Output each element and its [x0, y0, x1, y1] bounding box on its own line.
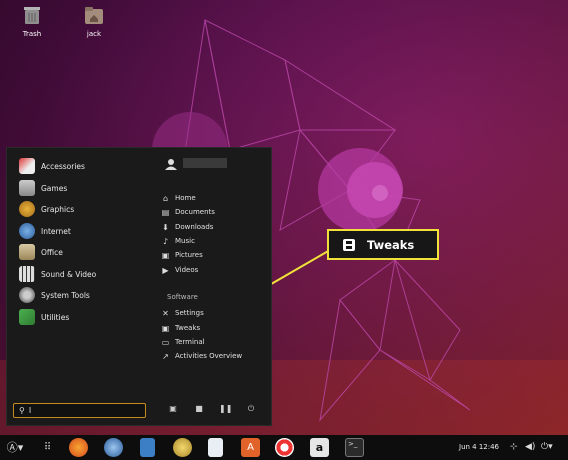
place-label: Downloads: [175, 223, 214, 231]
terminal-icon: ▭: [161, 337, 170, 347]
videos-icon: ▶: [162, 265, 169, 275]
tweaks-icon: ▣: [161, 323, 170, 333]
category-label: Internet: [41, 226, 71, 236]
place-downloads[interactable]: ⬇ Downloads: [161, 221, 213, 233]
internet-icon: [19, 223, 35, 239]
place-home[interactable]: ⌂ Home: [161, 192, 196, 204]
accessories-icon: [19, 158, 35, 174]
user-icon: [165, 159, 177, 170]
clock[interactable]: Jun 4 12:46: [459, 443, 499, 451]
category-sound-video[interactable]: Sound & Video: [19, 264, 96, 284]
category-label: Utilities: [41, 312, 70, 322]
software-center-launcher[interactable]: A: [241, 438, 260, 457]
software-label: Settings: [175, 309, 204, 317]
software-terminal[interactable]: ▭ Terminal: [161, 336, 205, 348]
desktop-item-trash[interactable]: Trash: [7, 4, 57, 38]
office-icon: [19, 244, 35, 260]
category-utilities[interactable]: Utilities: [19, 307, 69, 327]
amazon-launcher[interactable]: a: [310, 438, 329, 457]
place-label: Documents: [175, 208, 215, 216]
category-internet[interactable]: Internet: [19, 221, 71, 241]
volume-icon[interactable]: ◀): [525, 442, 535, 452]
software-section-label: Software: [167, 293, 198, 301]
search-icon: ⚲: [19, 406, 25, 415]
place-documents[interactable]: ▤ Documents: [161, 206, 215, 218]
desktop-item-label: Trash: [22, 30, 42, 38]
software-center-icon: A: [247, 442, 254, 453]
lock-screen-icon: ▣: [169, 404, 177, 413]
suspend-icon: ❚❚: [219, 404, 233, 413]
lock-button[interactable]: ■: [193, 403, 205, 415]
category-label: Graphics: [41, 204, 75, 214]
software-label: Terminal: [175, 338, 205, 346]
terminal-launcher[interactable]: >_: [345, 438, 364, 457]
category-label: Office: [41, 247, 63, 257]
sound-video-icon: [19, 266, 35, 282]
desktop-item-jack[interactable]: jack: [69, 4, 119, 38]
category-label: Accessories: [41, 161, 85, 171]
pictures-icon: ▣: [161, 250, 170, 260]
user-name: [183, 158, 227, 168]
callout-label: Tweaks: [367, 237, 415, 252]
graphics-icon: [19, 201, 35, 217]
tweaks-icon: [343, 238, 355, 251]
utilities-icon: [19, 309, 35, 325]
tweaks-callout: Tweaks: [327, 229, 439, 260]
power-status-icon[interactable]: ⏻▾: [541, 442, 553, 452]
software-settings[interactable]: ✕ Settings: [161, 307, 204, 319]
software-tweaks[interactable]: ▣ Tweaks: [161, 322, 200, 334]
documents-icon: ▤: [161, 207, 170, 217]
network-icon[interactable]: ⊹: [510, 442, 518, 452]
activities-icon: ↗: [162, 351, 169, 361]
place-label: Pictures: [175, 251, 203, 259]
music-icon: ♪: [162, 236, 169, 246]
menu-button[interactable]: Ⓐ▾: [4, 438, 26, 457]
suspend-button[interactable]: ❚❚: [219, 403, 233, 415]
category-graphics[interactable]: Graphics: [19, 199, 74, 219]
games-icon: [19, 180, 35, 196]
trash-icon: [24, 7, 40, 24]
thunderbird-launcher[interactable]: [104, 438, 123, 457]
terminal-icon: >_: [348, 440, 358, 448]
home-icon: ⌂: [162, 193, 169, 203]
category-office[interactable]: Office: [19, 242, 63, 262]
software-label: Tweaks: [175, 324, 201, 332]
category-system-tools[interactable]: System Tools: [19, 285, 90, 305]
search-input[interactable]: ⚲ I: [13, 403, 146, 418]
power-button[interactable]: ⏻: [245, 403, 257, 415]
category-label: Sound & Video: [41, 269, 97, 279]
lock-icon: ■: [195, 404, 203, 413]
app-grid-button[interactable]: ⠿: [38, 438, 57, 457]
settings-icon: ✕: [162, 308, 169, 318]
lock-screen-button[interactable]: ▣: [167, 403, 179, 415]
libreoffice-writer-launcher[interactable]: [140, 438, 155, 457]
help-launcher[interactable]: [275, 438, 294, 457]
software-label: Activities Overview: [175, 352, 243, 360]
place-label: Music: [175, 237, 195, 245]
category-games[interactable]: Games: [19, 178, 67, 198]
menu-button-icon: Ⓐ▾: [6, 441, 24, 454]
system-tools-icon: [19, 287, 35, 303]
place-label: Home: [175, 194, 196, 202]
category-label: Games: [41, 183, 68, 193]
app-grid-icon: ⠿: [43, 442, 52, 453]
place-videos[interactable]: ▶ Videos: [161, 264, 198, 276]
power-icon: ⏻: [247, 404, 255, 413]
place-pictures[interactable]: ▣ Pictures: [161, 249, 203, 261]
libreoffice-impress-launcher[interactable]: [208, 438, 223, 457]
software-activities-overview[interactable]: ↗ Activities Overview: [161, 350, 242, 362]
taskbar: Ⓐ▾ ⠿ A a >_ Jun 4 12:46 ⊹ ◀) ⏻▾: [0, 435, 568, 460]
place-label: Videos: [175, 266, 199, 274]
rhythmbox-launcher[interactable]: [173, 438, 192, 457]
application-menu: Accessories Games Graphics Internet Offi…: [6, 147, 272, 426]
firefox-launcher[interactable]: [69, 438, 88, 457]
search-value: I: [28, 406, 32, 415]
category-label: System Tools: [41, 290, 90, 300]
downloads-icon: ⬇: [162, 222, 169, 232]
desktop-item-label: jack: [86, 30, 102, 38]
place-music[interactable]: ♪ Music: [161, 235, 195, 247]
home-folder-icon: [85, 7, 103, 24]
category-accessories[interactable]: Accessories: [19, 156, 85, 176]
amazon-icon: a: [315, 441, 324, 454]
